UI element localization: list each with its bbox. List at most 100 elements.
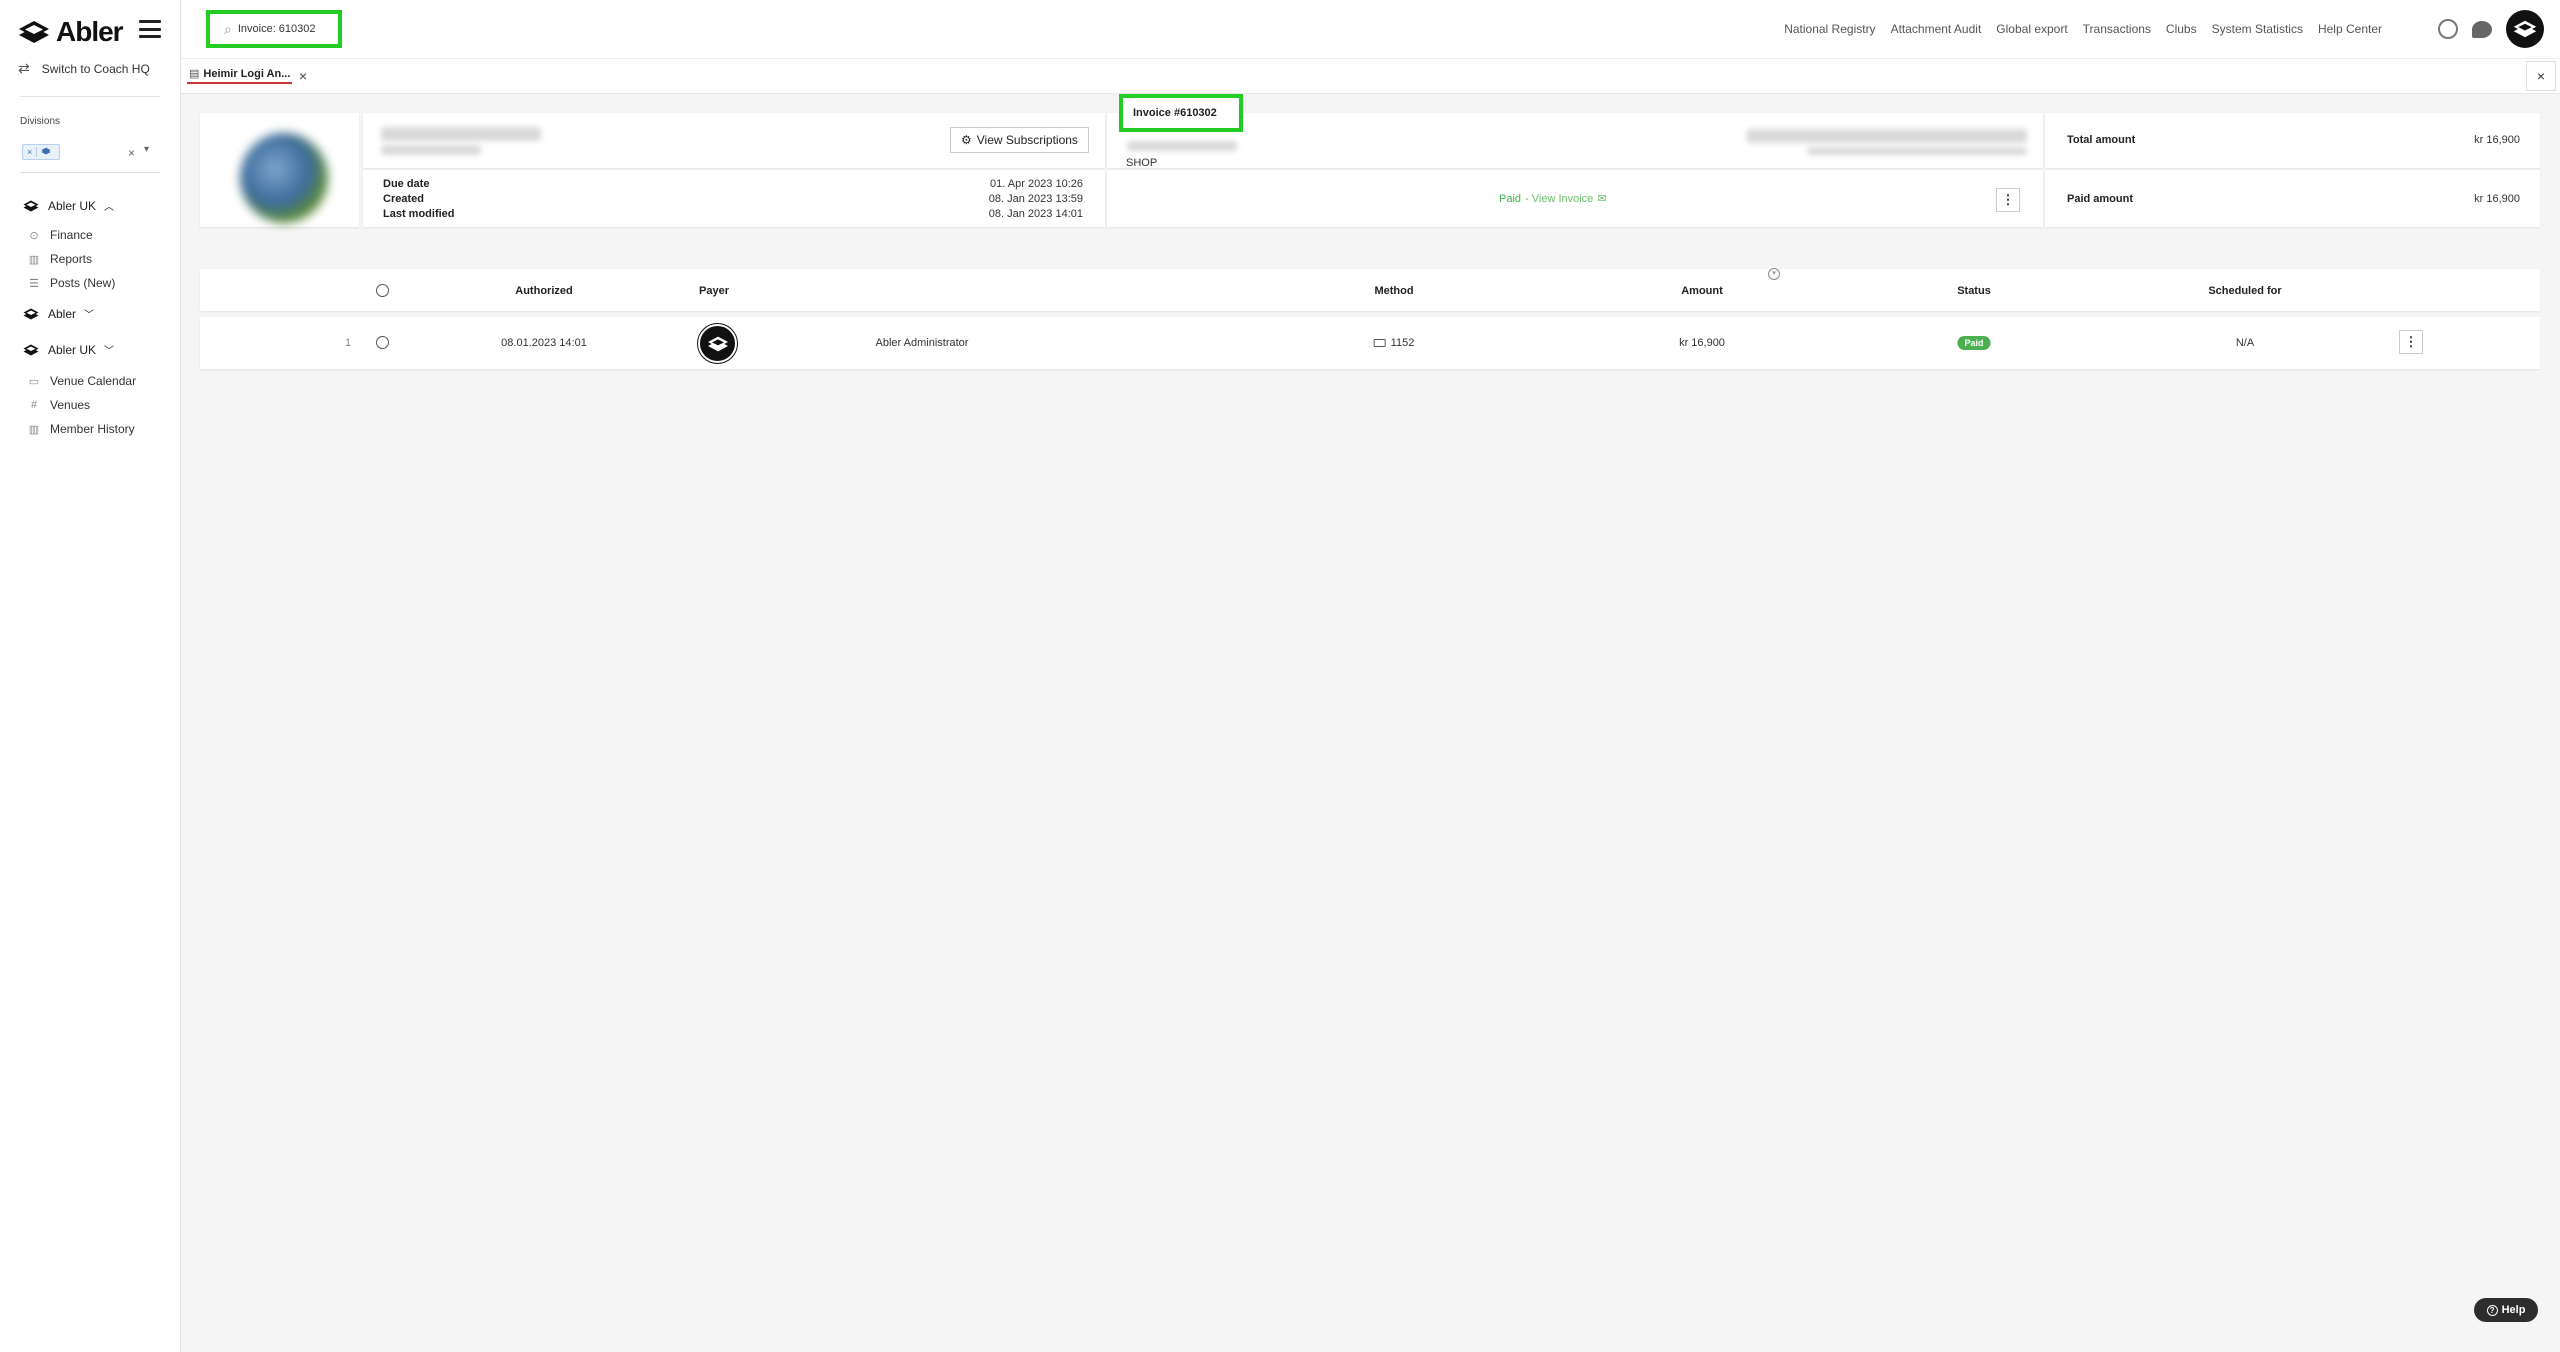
column-header-payer[interactable]: Payer xyxy=(699,285,729,297)
column-header-amount[interactable]: Amount xyxy=(1681,285,1723,297)
nav-group-abler-uk-2[interactable]: Abler UK ﹀ xyxy=(22,342,114,357)
column-header-method[interactable]: Method xyxy=(1374,285,1413,297)
sidebar-item-label: Finance xyxy=(50,228,93,242)
due-date-value: 01. Apr 2023 10:26 xyxy=(990,178,1083,190)
column-header-scheduled-for[interactable]: Scheduled for xyxy=(2208,285,2281,297)
sidebar-item-reports[interactable]: ▥ Reports xyxy=(28,252,92,266)
nav-group-label: Abler UK xyxy=(48,342,97,357)
abler-avatar-icon xyxy=(707,336,728,351)
bar-chart-icon: ▥ xyxy=(28,423,40,436)
division-chip[interactable]: × xyxy=(22,144,60,160)
redacted-info xyxy=(1127,141,1237,151)
tab-member[interactable]: ▤ Heimir Logi An... xyxy=(187,67,293,84)
row-select-radio[interactable] xyxy=(376,336,389,349)
member-photo xyxy=(240,133,328,223)
tab-close-icon[interactable]: × xyxy=(299,68,307,84)
top-icons xyxy=(2438,10,2560,48)
nav-link-help-center[interactable]: Help Center xyxy=(2318,22,2382,36)
paid-status-label: Paid xyxy=(1499,192,1522,205)
column-header-authorized[interactable]: Authorized xyxy=(515,285,572,297)
nav-link-clubs[interactable]: Clubs xyxy=(2166,22,2197,36)
chat-icon[interactable] xyxy=(2472,20,2492,38)
tab-strip: ▤ Heimir Logi An... × × xyxy=(181,58,2560,94)
nav-link-attachment-audit[interactable]: Attachment Audit xyxy=(1891,22,1982,36)
clear-select-icon[interactable]: × xyxy=(128,146,135,160)
transactions-table-header: Authorized Payer Method Amount ▾ Status … xyxy=(200,268,2540,311)
search-input[interactable]: Invoice: 610302 xyxy=(238,23,316,35)
nav-link-system-statistics[interactable]: System Statistics xyxy=(2212,22,2303,36)
dollar-icon: ⊙ xyxy=(29,229,39,242)
nav-group-label: Abler xyxy=(48,306,77,321)
created-label: Created xyxy=(383,193,424,205)
redacted-address xyxy=(1747,129,2027,143)
switch-hq-label: Switch to Coach HQ xyxy=(41,61,150,76)
payer-avatar[interactable] xyxy=(698,324,737,363)
table-row: 1 08.01.2023 14:01 Abler Administrator 1… xyxy=(200,317,2540,369)
tab-label: Heimir Logi An... xyxy=(203,67,291,80)
nav-link-national-registry[interactable]: National Registry xyxy=(1784,22,1875,36)
sidebar-item-posts[interactable]: ☰ Posts (New) xyxy=(28,276,115,290)
nav-link-transactions[interactable]: Transactions xyxy=(2083,22,2151,36)
nav-group-abler-uk[interactable]: Abler UK ︿ xyxy=(22,198,114,213)
abler-logo-text: Abler xyxy=(56,16,124,47)
abler-logo[interactable]: Abler xyxy=(18,16,124,48)
redacted-detail xyxy=(381,145,481,155)
chevron-down-icon: ﹀ xyxy=(84,310,95,321)
user-avatar[interactable] xyxy=(2506,10,2544,48)
bar-chart-icon: ▥ xyxy=(28,253,40,266)
invoice-actions-button[interactable]: ⋮ xyxy=(1996,188,2020,212)
sidebar-item-label: Posts (New) xyxy=(50,276,116,290)
row-actions-button[interactable]: ⋮ xyxy=(2399,330,2423,354)
hamburger-bar xyxy=(139,20,161,23)
chevron-down-icon[interactable]: ▾ xyxy=(144,144,149,155)
chevron-down-icon: ﹀ xyxy=(104,346,115,357)
divisions-label: Divisions xyxy=(20,116,61,127)
posts-icon: ☰ xyxy=(29,277,39,290)
invoice-source: SHOP xyxy=(1126,157,1158,169)
member-photo-card xyxy=(200,113,359,227)
abler-group-icon xyxy=(23,344,39,355)
status-badge: Paid xyxy=(1957,336,1991,350)
global-search[interactable]: ⌕ Invoice: 610302 xyxy=(206,10,342,48)
chip-remove-icon[interactable]: × xyxy=(23,147,38,157)
close-panel-button[interactable]: × xyxy=(2526,61,2556,91)
sidebar-item-finance[interactable]: ⊙ Finance xyxy=(28,228,93,242)
sidebar-item-label: Venues xyxy=(50,398,91,412)
sidebar-item-venues[interactable]: # Venues xyxy=(28,398,90,412)
divisions-select[interactable]: × × ▾ xyxy=(22,144,160,166)
paid-amount-card: Paid amount kr 16,900 xyxy=(2045,170,2540,227)
invoice-dates-card: Due date Created Last modified 01. Apr 2… xyxy=(363,170,1105,227)
abler-logo-icon xyxy=(19,21,49,43)
sidebar-item-label: Member History xyxy=(50,422,135,436)
sidebar-item-venue-calendar[interactable]: ▭ Venue Calendar xyxy=(28,374,136,388)
sidebar: Abler ⇄ Switch to Coach HQ Divisions × ×… xyxy=(0,0,181,1352)
credit-card-icon xyxy=(1373,339,1386,347)
gear-icon: ⚙ xyxy=(961,133,972,147)
nav-link-global-export[interactable]: Global export xyxy=(1996,22,2067,36)
view-subscriptions-button[interactable]: ⚙ View Subscriptions xyxy=(950,127,1089,153)
amount-cell: kr 16,900 xyxy=(1679,337,1725,349)
calendar-icon: ▭ xyxy=(28,375,40,388)
view-invoice-link[interactable]: - View Invoice xyxy=(1525,193,1593,205)
view-subscriptions-label: View Subscriptions xyxy=(976,133,1078,147)
method-value: 1152 xyxy=(1390,337,1415,349)
total-amount-value: kr 16,900 xyxy=(2474,134,2520,146)
last-modified-value: 08. Jan 2023 14:01 xyxy=(988,208,1083,220)
column-header-status[interactable]: Status xyxy=(1957,285,1991,297)
nav-group-label: Abler UK xyxy=(48,198,97,213)
filter-icon[interactable]: ▾ xyxy=(1768,268,1780,280)
sidebar-item-member-history[interactable]: ▥ Member History xyxy=(28,422,135,436)
hamburger-bar xyxy=(139,27,161,31)
top-navigation: National Registry Attachment Audit Globa… xyxy=(1784,22,2382,36)
method-cell: 1152 xyxy=(1373,337,1415,349)
nav-group-abler[interactable]: Abler ﹀ xyxy=(22,306,94,321)
mail-icon[interactable]: ✉ xyxy=(1597,192,1606,205)
abler-avatar-icon xyxy=(2513,20,2537,38)
switch-to-coach-hq-link[interactable]: ⇄ Switch to Coach HQ xyxy=(18,60,150,77)
globe-icon[interactable] xyxy=(2438,19,2458,39)
scheduled-cell: N/A xyxy=(2235,337,2255,349)
select-all-radio[interactable] xyxy=(376,284,389,297)
menu-toggle-button[interactable] xyxy=(139,20,161,38)
help-button[interactable]: ? Help xyxy=(2474,1298,2538,1322)
payer-name-cell[interactable]: Abler Administrator xyxy=(876,337,969,349)
